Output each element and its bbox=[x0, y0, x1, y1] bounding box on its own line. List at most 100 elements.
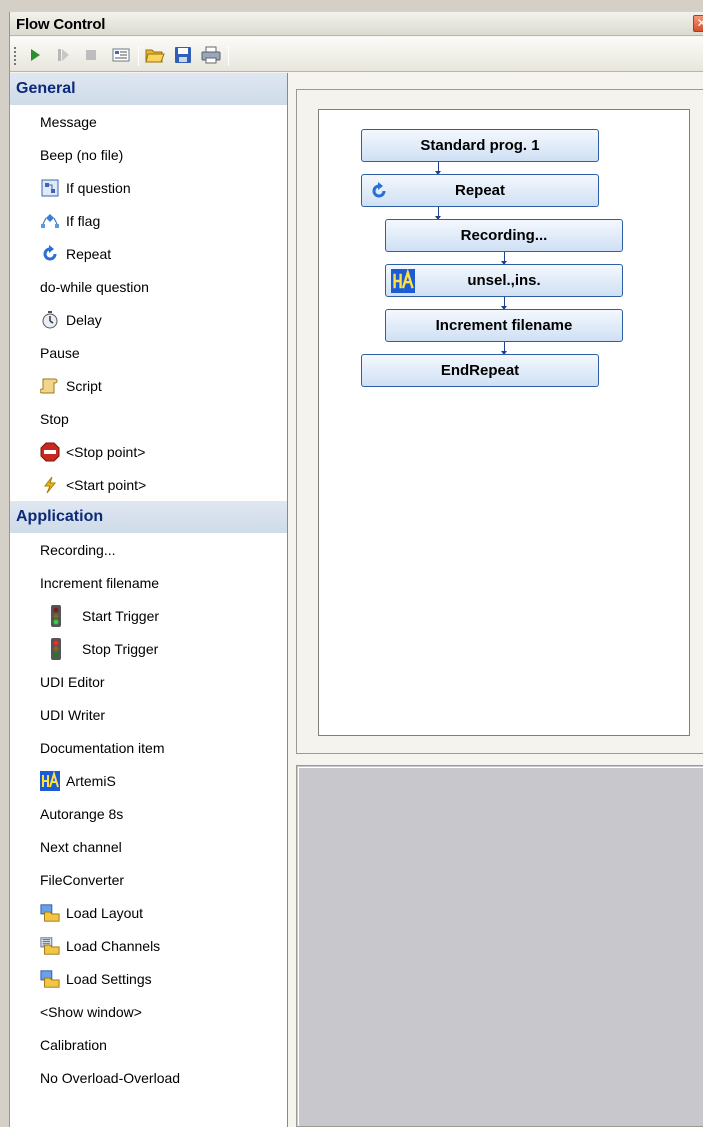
item-label: No Overload-Overload bbox=[40, 1069, 181, 1086]
item-label: <Show window> bbox=[40, 1003, 142, 1020]
if-question-icon bbox=[40, 178, 60, 198]
palette-item-pause[interactable]: Pause bbox=[10, 336, 287, 369]
properties-pane-inner bbox=[298, 767, 703, 1126]
toolbar-grip[interactable] bbox=[14, 47, 17, 65]
item-label: If question bbox=[66, 179, 131, 196]
palette-item-udi-editor[interactable]: UDI Editor bbox=[10, 665, 287, 698]
palette-item-message[interactable]: Message bbox=[10, 105, 287, 138]
item-label: do-while question bbox=[40, 278, 149, 295]
properties-pane bbox=[296, 765, 703, 1127]
palette-item-repeat[interactable]: Repeat bbox=[10, 237, 287, 270]
palette-item-delay[interactable]: Delay bbox=[10, 303, 287, 336]
element-palette: General Message Beep (no file) If questi… bbox=[10, 73, 288, 1127]
palette-item-recording[interactable]: Recording... bbox=[10, 533, 287, 566]
load-settings-icon bbox=[40, 969, 60, 989]
flow-node-artemis[interactable]: unsel.,ins. bbox=[385, 264, 623, 297]
palette-item-udi-writer[interactable]: UDI Writer bbox=[10, 698, 287, 731]
toolbar-separator bbox=[228, 46, 229, 66]
item-label: <Stop point> bbox=[66, 443, 146, 460]
artemis-icon bbox=[390, 269, 416, 293]
node-label: unsel.,ins. bbox=[467, 272, 541, 289]
item-label: UDI Editor bbox=[40, 673, 105, 690]
item-label: If flag bbox=[66, 212, 101, 229]
save-icon[interactable] bbox=[172, 44, 194, 66]
traffic-light-green-icon bbox=[50, 604, 62, 627]
palette-item-do-while[interactable]: do-while question bbox=[10, 270, 287, 303]
palette-item-if-question[interactable]: If question bbox=[10, 171, 287, 204]
item-label: ArtemiS bbox=[66, 772, 116, 789]
item-label: FileConverter bbox=[40, 871, 125, 888]
flow-control-window: Flow Control ✕ General Message Beep (no … bbox=[9, 12, 703, 1127]
group-header-general[interactable]: General bbox=[10, 73, 287, 105]
item-label: Recording... bbox=[40, 541, 116, 558]
stopwatch-icon bbox=[40, 310, 60, 330]
script-icon bbox=[40, 376, 60, 396]
flow-node-repeat[interactable]: Repeat bbox=[361, 174, 599, 207]
item-label: Start Trigger bbox=[82, 607, 160, 624]
item-label: <Start point> bbox=[66, 476, 147, 493]
properties-icon[interactable] bbox=[110, 44, 132, 66]
flow-canvas[interactable]: Standard prog. 1 Repeat Recording... uns… bbox=[318, 109, 690, 736]
flow-editor-area: Standard prog. 1 Repeat Recording... uns… bbox=[296, 89, 703, 1127]
stop-icon[interactable] bbox=[80, 44, 102, 66]
item-label: Pause bbox=[40, 344, 80, 361]
palette-item-start-point[interactable]: <Start point> bbox=[10, 468, 287, 501]
palette-item-beep[interactable]: Beep (no file) bbox=[10, 138, 287, 171]
palette-item-show-window[interactable]: <Show window> bbox=[10, 995, 287, 1028]
palette-item-load-settings[interactable]: Load Settings bbox=[10, 962, 287, 995]
open-folder-icon[interactable] bbox=[144, 44, 166, 66]
group-header-application[interactable]: Application bbox=[10, 501, 287, 533]
item-label: Script bbox=[66, 377, 102, 394]
item-label: Next channel bbox=[40, 838, 122, 855]
item-label: UDI Writer bbox=[40, 706, 106, 723]
flow-node-end-repeat[interactable]: EndRepeat bbox=[361, 354, 599, 387]
flow-node-standard-prog[interactable]: Standard prog. 1 bbox=[361, 129, 599, 162]
if-flag-icon bbox=[40, 211, 60, 231]
window-title: Flow Control bbox=[16, 16, 106, 33]
palette-item-stop-point[interactable]: <Stop point> bbox=[10, 435, 287, 468]
stop-sign-icon bbox=[40, 442, 60, 462]
palette-item-if-flag[interactable]: If flag bbox=[10, 204, 287, 237]
palette-item-autorange[interactable]: Autorange 8s bbox=[10, 797, 287, 830]
item-label: Delay bbox=[66, 311, 102, 328]
artemis-icon bbox=[40, 770, 60, 791]
repeat-icon bbox=[40, 244, 60, 264]
toolbar-separator bbox=[138, 46, 139, 66]
node-label: Repeat bbox=[454, 182, 506, 199]
palette-item-start-trigger[interactable]: Start Trigger bbox=[10, 599, 287, 632]
repeat-icon bbox=[366, 179, 392, 203]
item-label: Repeat bbox=[66, 245, 112, 262]
flow-node-increment-filename[interactable]: Increment filename bbox=[385, 309, 623, 342]
item-label: Increment filename bbox=[40, 574, 160, 591]
play-icon[interactable] bbox=[24, 44, 46, 66]
palette-item-load-channels[interactable]: Load Channels bbox=[10, 929, 287, 962]
load-channels-icon bbox=[40, 936, 60, 956]
item-label: Load Channels bbox=[66, 937, 161, 954]
palette-item-fileconverter[interactable]: FileConverter bbox=[10, 863, 287, 896]
palette-item-next-channel[interactable]: Next channel bbox=[10, 830, 287, 863]
item-label: Documentation item bbox=[40, 739, 165, 756]
lightning-icon bbox=[40, 475, 60, 495]
flow-node-recording[interactable]: Recording... bbox=[385, 219, 623, 252]
item-label: Beep (no file) bbox=[40, 146, 124, 163]
palette-item-load-layout[interactable]: Load Layout bbox=[10, 896, 287, 929]
palette-item-stop-trigger[interactable]: Stop Trigger bbox=[10, 632, 287, 665]
toolbar bbox=[10, 37, 703, 72]
item-label: Message bbox=[40, 113, 97, 130]
close-button[interactable]: ✕ bbox=[693, 15, 703, 32]
palette-item-script[interactable]: Script bbox=[10, 369, 287, 402]
palette-item-calibration[interactable]: Calibration bbox=[10, 1028, 287, 1061]
item-label: Load Settings bbox=[66, 970, 152, 987]
flow-canvas-frame: Standard prog. 1 Repeat Recording... uns… bbox=[296, 89, 703, 754]
print-icon[interactable] bbox=[200, 44, 222, 66]
palette-item-overload[interactable]: No Overload-Overload bbox=[10, 1061, 287, 1094]
node-label: Standard prog. 1 bbox=[420, 137, 540, 154]
palette-item-stop[interactable]: Stop bbox=[10, 402, 287, 435]
palette-item-increment-filename[interactable]: Increment filename bbox=[10, 566, 287, 599]
palette-item-artemis[interactable]: ArtemiS bbox=[10, 764, 287, 797]
step-icon[interactable] bbox=[52, 44, 74, 66]
load-layout-icon bbox=[40, 903, 60, 923]
item-label: Calibration bbox=[40, 1036, 107, 1053]
traffic-light-red-icon bbox=[50, 637, 62, 660]
palette-item-documentation[interactable]: Documentation item bbox=[10, 731, 287, 764]
